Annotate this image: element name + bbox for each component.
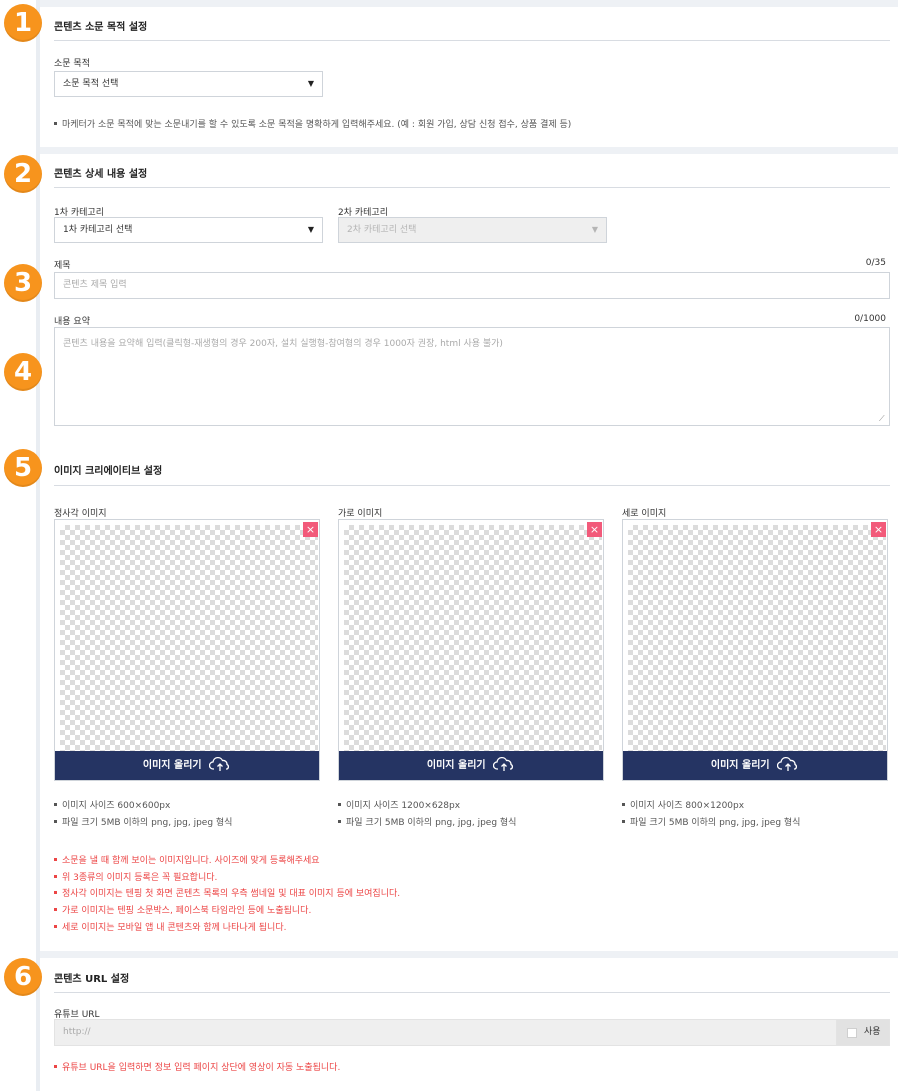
bullet-icon xyxy=(54,820,57,823)
bullet-icon xyxy=(622,820,625,823)
upload-vertical-image-button[interactable]: 이미지 올리기 xyxy=(623,751,887,780)
title-input[interactable]: 콘텐츠 제목 입력 xyxy=(54,272,890,299)
bullet-icon xyxy=(54,858,57,861)
bullet-icon xyxy=(54,875,57,878)
step-badge-3: 3 xyxy=(4,264,42,302)
vertical-image-uploader: × 이미지 올리기 xyxy=(622,519,888,781)
category2-select-value: 2차 카테고리 선택 xyxy=(347,225,417,235)
section-underline xyxy=(54,40,890,41)
image-preview-area xyxy=(60,525,318,751)
purpose-select-value: 소문 목적 선택 xyxy=(63,79,119,89)
category2-select[interactable]: 2차 카테고리 선택 ▼ xyxy=(338,217,607,243)
vertical-file-note: 파일 크기 5MB 이하의 png, jpg, jpeg 형식 xyxy=(622,815,800,828)
remove-image-button[interactable]: × xyxy=(587,522,602,537)
horizontal-file-note: 파일 크기 5MB 이하의 png, jpg, jpeg 형식 xyxy=(338,815,516,828)
bullet-icon xyxy=(54,1065,57,1068)
purpose-select[interactable]: 소문 목적 선택 ▼ xyxy=(54,71,323,97)
caret-down-icon: ▼ xyxy=(307,225,314,234)
horizontal-size-note: 이미지 사이즈 1200×628px xyxy=(338,798,460,811)
image-preview-area xyxy=(628,525,886,751)
bullet-icon xyxy=(54,803,57,806)
category1-select-value: 1차 카테고리 선택 xyxy=(63,225,133,235)
title-input-placeholder: 콘텐츠 제목 입력 xyxy=(63,280,127,290)
image-notice: 가로 이미지는 텐핑 소문박스, 페이스북 타임라인 등에 노출됩니다. xyxy=(54,903,311,916)
section-underline xyxy=(54,485,890,486)
image-preview-area xyxy=(344,525,602,751)
section-divider xyxy=(40,147,898,154)
summary-char-counter: 0/1000 xyxy=(854,314,886,324)
resize-handle-icon[interactable]: ⟋ xyxy=(879,415,887,423)
bullet-icon xyxy=(622,803,625,806)
upload-horizontal-image-button[interactable]: 이미지 올리기 xyxy=(339,751,603,780)
remove-image-button[interactable]: × xyxy=(871,522,886,537)
horizontal-image-label: 가로 이미지 xyxy=(338,509,383,519)
bullet-icon xyxy=(54,908,57,911)
bullet-icon xyxy=(338,803,341,806)
cloud-upload-icon xyxy=(776,756,798,771)
step-badge-5: 5 xyxy=(4,449,42,487)
purpose-section-title: 콘텐츠 소문 목적 설정 xyxy=(54,22,148,33)
caret-down-icon: ▼ xyxy=(591,225,598,234)
step-badge-6: 6 xyxy=(4,958,42,996)
bullet-icon xyxy=(54,891,57,894)
cloud-upload-icon xyxy=(208,756,230,771)
square-size-note: 이미지 사이즈 600×600px xyxy=(54,798,170,811)
step-badge-4: 4 xyxy=(4,353,42,391)
image-notice: 위 3종류의 이미지 등록은 꼭 필요합니다. xyxy=(54,870,217,883)
youtube-url-placeholder: http:// xyxy=(63,1027,91,1037)
horizontal-image-uploader: × 이미지 올리기 xyxy=(338,519,604,781)
section-divider xyxy=(40,951,898,958)
vertical-image-label: 세로 이미지 xyxy=(622,509,667,519)
section-underline xyxy=(54,187,890,188)
image-notice: 소문을 낼 때 함께 보이는 이미지입니다. 사이즈에 맞게 등록해주세요 xyxy=(54,853,320,866)
bullet-icon xyxy=(54,925,57,928)
square-image-label: 정사각 이미지 xyxy=(54,509,107,519)
use-label: 사용 xyxy=(864,1027,881,1037)
youtube-url-input[interactable]: http:// xyxy=(54,1019,836,1046)
step-badge-1: 1 xyxy=(4,4,42,42)
detail-section-title: 콘텐츠 상세 내용 설정 xyxy=(54,169,148,180)
images-section-title: 이미지 크리에이티브 설정 xyxy=(54,466,163,477)
checkbox-icon[interactable] xyxy=(847,1028,857,1038)
remove-image-button[interactable]: × xyxy=(303,522,318,537)
vertical-size-note: 이미지 사이즈 800×1200px xyxy=(622,798,744,811)
square-image-uploader: × 이미지 올리기 xyxy=(54,519,320,781)
category1-select[interactable]: 1차 카테고리 선택 ▼ xyxy=(54,217,323,243)
section-divider xyxy=(40,0,898,7)
url-notice: 유튜브 URL을 입력하면 정보 입력 페이지 상단에 영상이 자동 노출됩니다… xyxy=(54,1060,340,1073)
use-url-checkbox[interactable]: 사용 xyxy=(836,1019,890,1046)
purpose-label: 소문 목적 xyxy=(54,59,90,69)
summary-textarea[interactable]: 콘텐츠 내용을 요약해 입력(클릭형-재생형의 경우 200자, 설치 실행형-… xyxy=(54,327,890,426)
square-file-note: 파일 크기 5MB 이하의 png, jpg, jpeg 형식 xyxy=(54,815,232,828)
title-char-counter: 0/35 xyxy=(865,258,886,268)
bullet-icon xyxy=(338,820,341,823)
upload-square-image-button[interactable]: 이미지 올리기 xyxy=(55,751,319,780)
bullet-icon xyxy=(54,122,57,125)
image-notice: 정사각 이미지는 텐핑 첫 화면 콘텐츠 목록의 우측 썸네일 및 대표 이미지… xyxy=(54,886,400,899)
summary-label: 내용 요약 xyxy=(54,317,90,327)
title-label: 제목 xyxy=(54,261,71,271)
step-badge-2: 2 xyxy=(4,155,42,193)
section-underline xyxy=(54,992,890,993)
summary-placeholder: 콘텐츠 내용을 요약해 입력(클릭형-재생형의 경우 200자, 설치 실행형-… xyxy=(63,339,503,349)
image-notice: 세로 이미지는 모바일 앱 내 콘텐츠와 함께 나타나게 됩니다. xyxy=(54,920,286,933)
cloud-upload-icon xyxy=(492,756,514,771)
purpose-note: 마케터가 소문 목적에 맞는 소문내기를 할 수 있도록 소문 목적을 명확하게… xyxy=(54,117,571,130)
url-section-title: 콘텐츠 URL 설정 xyxy=(54,974,130,985)
caret-down-icon: ▼ xyxy=(307,79,314,88)
